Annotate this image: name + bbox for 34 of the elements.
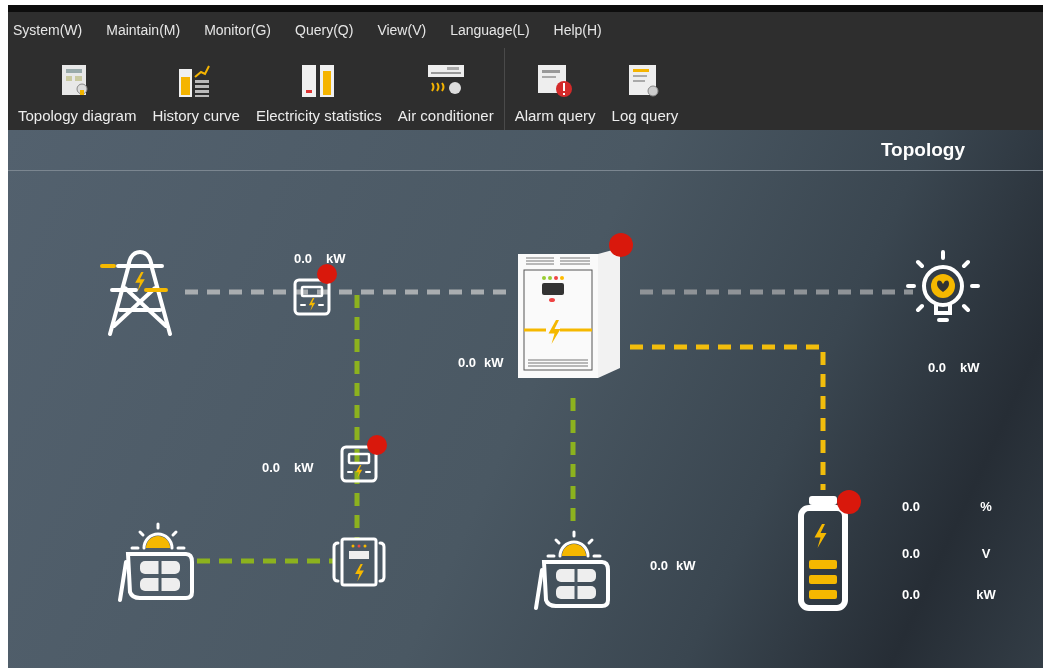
menu-item[interactable]: System(W) <box>9 17 87 43</box>
menu-item[interactable]: View(V) <box>373 17 431 43</box>
unit-label: % <box>979 498 993 516</box>
unit-label: kW <box>294 459 314 477</box>
panel-title: Topology <box>880 137 965 162</box>
menu-item[interactable]: Monitor(G) <box>200 17 276 43</box>
reading-value: 0.0 <box>902 545 921 563</box>
toolbar-button[interactable]: Topology diagram <box>10 48 145 130</box>
converter-icon[interactable] <box>332 537 386 587</box>
power-value: 0.0 <box>928 359 947 377</box>
toolbar-button[interactable]: Log query <box>603 48 687 130</box>
meter-icon[interactable] <box>293 278 331 316</box>
toolbar-button[interactable]: Alarm query <box>506 48 604 130</box>
power-value: 0.0 <box>650 557 669 575</box>
unit-label: kW <box>326 250 346 268</box>
unit-label: kW <box>676 557 696 575</box>
reading-value: 0.0 <box>902 498 921 516</box>
menu-item[interactable]: Help(H) <box>549 17 606 43</box>
menu-item[interactable]: Maintain(M) <box>102 17 185 43</box>
menu-item[interactable]: Language(L) <box>446 17 534 43</box>
menu-item[interactable]: Query(Q) <box>291 17 358 43</box>
power-value: 0.0 <box>262 459 281 477</box>
unit-label: V <box>980 545 992 563</box>
toolbar-button[interactable]: Air conditioner <box>389 48 502 130</box>
toolbar-button[interactable]: Electricity statistics <box>247 48 390 130</box>
meter-icon[interactable] <box>340 445 378 483</box>
unit-label: kW <box>484 354 504 372</box>
power-value: 0.0 <box>458 354 477 372</box>
reading-value: 0.0 <box>902 586 921 604</box>
power-value: 0.0 <box>294 250 313 268</box>
unit-label: kW <box>960 359 980 377</box>
toolbar-button[interactable]: History curve <box>144 48 248 130</box>
unit-label: kW <box>975 586 997 604</box>
alert-document-icon <box>536 62 575 99</box>
